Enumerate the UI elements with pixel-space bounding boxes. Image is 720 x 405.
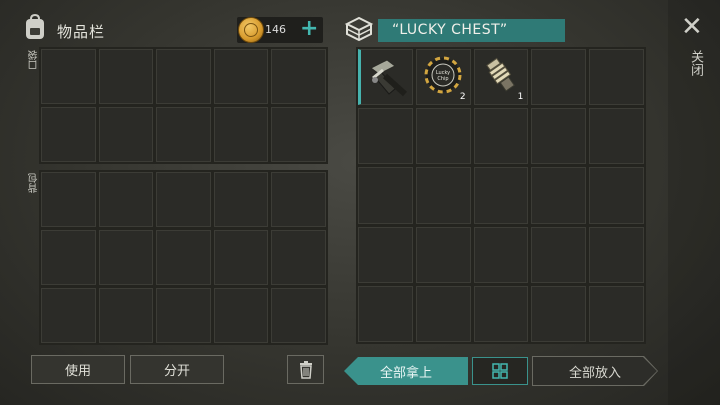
chest-slot[interactable]: Lucky Chip 2 xyxy=(415,49,471,106)
chest-slot[interactable] xyxy=(415,226,471,283)
take-all-button[interactable]: 全部拿上 xyxy=(344,357,468,385)
backpack-slot[interactable] xyxy=(156,288,211,343)
backpack-slot[interactable] xyxy=(213,288,269,343)
chest-slot[interactable] xyxy=(531,108,587,165)
backpack-slot[interactable] xyxy=(98,288,154,343)
chest-icon xyxy=(344,14,374,44)
pocket-slot[interactable] xyxy=(98,107,154,162)
chest-slot[interactable] xyxy=(358,226,413,283)
pocket-slot[interactable] xyxy=(156,107,211,162)
chest-slot[interactable] xyxy=(589,49,644,106)
coin-icon-inner xyxy=(244,23,258,37)
inventory-title: 物品栏 xyxy=(57,23,106,41)
close-label[interactable]: 关闭 xyxy=(686,50,705,76)
chest-slot[interactable] xyxy=(589,167,644,224)
chest-slot[interactable] xyxy=(473,167,529,224)
sort-grid-button[interactable] xyxy=(472,357,528,385)
backpack-slot[interactable] xyxy=(156,230,211,285)
chest-slot[interactable] xyxy=(531,285,587,342)
backpack-slot[interactable] xyxy=(271,230,326,285)
backpack-slot[interactable] xyxy=(98,172,154,227)
chest-slot[interactable] xyxy=(415,167,471,224)
backpack-icon xyxy=(24,14,46,40)
chest-slot[interactable] xyxy=(473,285,529,342)
put-all-button[interactable]: 全部放入 xyxy=(533,357,657,385)
backpack-slot[interactable] xyxy=(41,230,96,285)
backpack-slot[interactable] xyxy=(213,230,269,285)
chest-slot[interactable] xyxy=(473,226,529,283)
trash-icon xyxy=(299,360,313,379)
pocket-slot[interactable] xyxy=(213,107,269,162)
lucky-chip-icon: Lucky Chip xyxy=(423,55,463,95)
chest-grid: Lucky Chip 2 1 xyxy=(356,47,646,344)
chest-slot[interactable] xyxy=(358,167,413,224)
chest-slot[interactable] xyxy=(589,226,644,283)
chest-slot[interactable] xyxy=(473,108,529,165)
chest-slot[interactable] xyxy=(531,226,587,283)
chest-slot[interactable] xyxy=(415,108,471,165)
close-icon[interactable]: ✕ xyxy=(681,14,703,40)
grid-icon xyxy=(492,363,508,379)
add-coins-button[interactable]: + xyxy=(300,16,318,42)
chest-slot[interactable] xyxy=(531,167,587,224)
pocket-slot[interactable] xyxy=(271,49,326,104)
chest-slot[interactable] xyxy=(358,285,413,342)
chest-slot[interactable] xyxy=(358,49,413,106)
chest-slot[interactable] xyxy=(531,49,587,106)
pocket-slot[interactable] xyxy=(41,49,96,104)
backpack-slot[interactable] xyxy=(271,288,326,343)
chest-slot[interactable]: 1 xyxy=(473,49,529,106)
backpack-slot[interactable] xyxy=(156,172,211,227)
chest-slot[interactable] xyxy=(358,108,413,165)
backpack-slot[interactable] xyxy=(41,172,96,227)
item-count: 1 xyxy=(517,92,524,103)
coin-count: 146 xyxy=(265,23,286,36)
pocket-slot[interactable] xyxy=(98,49,154,104)
chest-name: “LUCKY CHEST” xyxy=(392,22,508,38)
pocket-slot[interactable] xyxy=(41,107,96,162)
pocket-grid xyxy=(39,47,328,164)
pocket-slot[interactable] xyxy=(271,107,326,162)
item-count: 2 xyxy=(459,92,466,103)
chest-slot[interactable] xyxy=(589,108,644,165)
chest-slot[interactable] xyxy=(589,285,644,342)
backpack-slot[interactable] xyxy=(213,172,269,227)
pocket-slot[interactable] xyxy=(156,49,211,104)
pocket-slot[interactable] xyxy=(213,49,269,104)
svg-text:Chip: Chip xyxy=(437,76,448,82)
backpack-grid xyxy=(39,170,328,345)
chest-slot[interactable] xyxy=(415,285,471,342)
use-button[interactable]: 使用 xyxy=(31,355,125,384)
spring-part-icon xyxy=(481,55,521,95)
trash-button[interactable] xyxy=(287,355,324,384)
crossbow-icon xyxy=(365,54,411,100)
backpack-slot[interactable] xyxy=(271,172,326,227)
backpack-slot[interactable] xyxy=(98,230,154,285)
backpack-slot[interactable] xyxy=(41,288,96,343)
split-button[interactable]: 分开 xyxy=(130,355,224,384)
